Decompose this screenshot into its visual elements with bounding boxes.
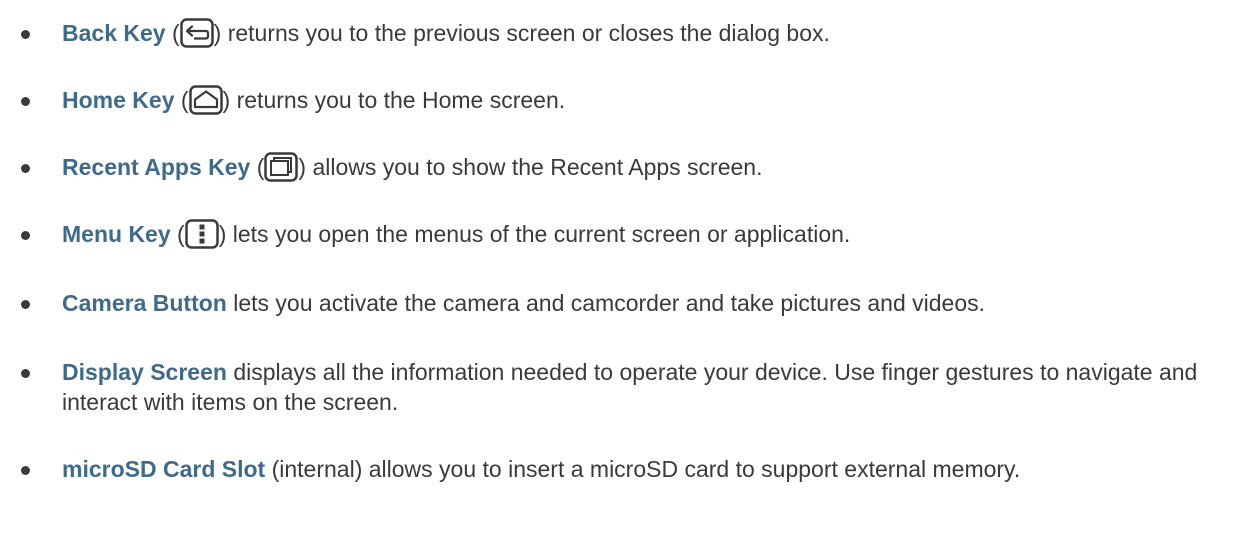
term-home-key: Home Key — [62, 87, 175, 113]
bullet-icon — [21, 369, 30, 378]
bullet-icon — [21, 164, 30, 173]
list-item-text: Back Key ( ) returns you to the previous… — [62, 18, 1232, 48]
term-microsd-card-slot: microSD Card Slot — [62, 456, 266, 482]
home-key-icon — [188, 85, 223, 115]
desc-display-screen: displays all the information needed to o… — [62, 359, 1198, 415]
back-key-icon — [179, 18, 214, 48]
term-recent-apps-key: Recent Apps Key — [62, 154, 251, 180]
term-display-screen: Display Screen — [62, 359, 227, 385]
term-back-key: Back Key — [62, 20, 166, 46]
list-item-text: Display Screen displays all the informat… — [62, 357, 1232, 417]
menu-key-icon — [184, 219, 219, 249]
term-camera-button: Camera Button — [62, 290, 227, 316]
list-item-text: Camera Button lets you activate the came… — [62, 288, 1232, 318]
term-menu-key: Menu Key — [62, 221, 171, 247]
bullet-icon — [21, 30, 30, 39]
desc-menu-key: lets you open the menus of the current s… — [232, 221, 851, 247]
list-item-text: Recent Apps Key ( ) allows you to show t… — [62, 152, 1232, 182]
list-item-text: Home Key ( ) returns you to the Home scr… — [62, 85, 1232, 115]
list-item-text: microSD Card Slot (internal) allows you … — [62, 454, 1232, 484]
desc-microsd-card-slot: (internal) allows you to insert a microS… — [271, 456, 1021, 482]
bullet-icon — [21, 466, 30, 475]
recent-apps-key-icon — [264, 152, 299, 182]
bullet-icon — [21, 97, 30, 106]
list-item-text: Menu Key ( ) lets you open the menus of … — [62, 219, 1232, 249]
desc-home-key: returns you to the Home screen. — [236, 87, 566, 113]
bullet-icon — [21, 300, 30, 309]
bullet-icon — [21, 231, 30, 240]
desc-camera-button: lets you activate the camera and camcord… — [233, 290, 985, 316]
desc-back-key: returns you to the previous screen or cl… — [227, 20, 830, 46]
desc-recent-apps-key: allows you to show the Recent Apps scree… — [312, 154, 763, 180]
